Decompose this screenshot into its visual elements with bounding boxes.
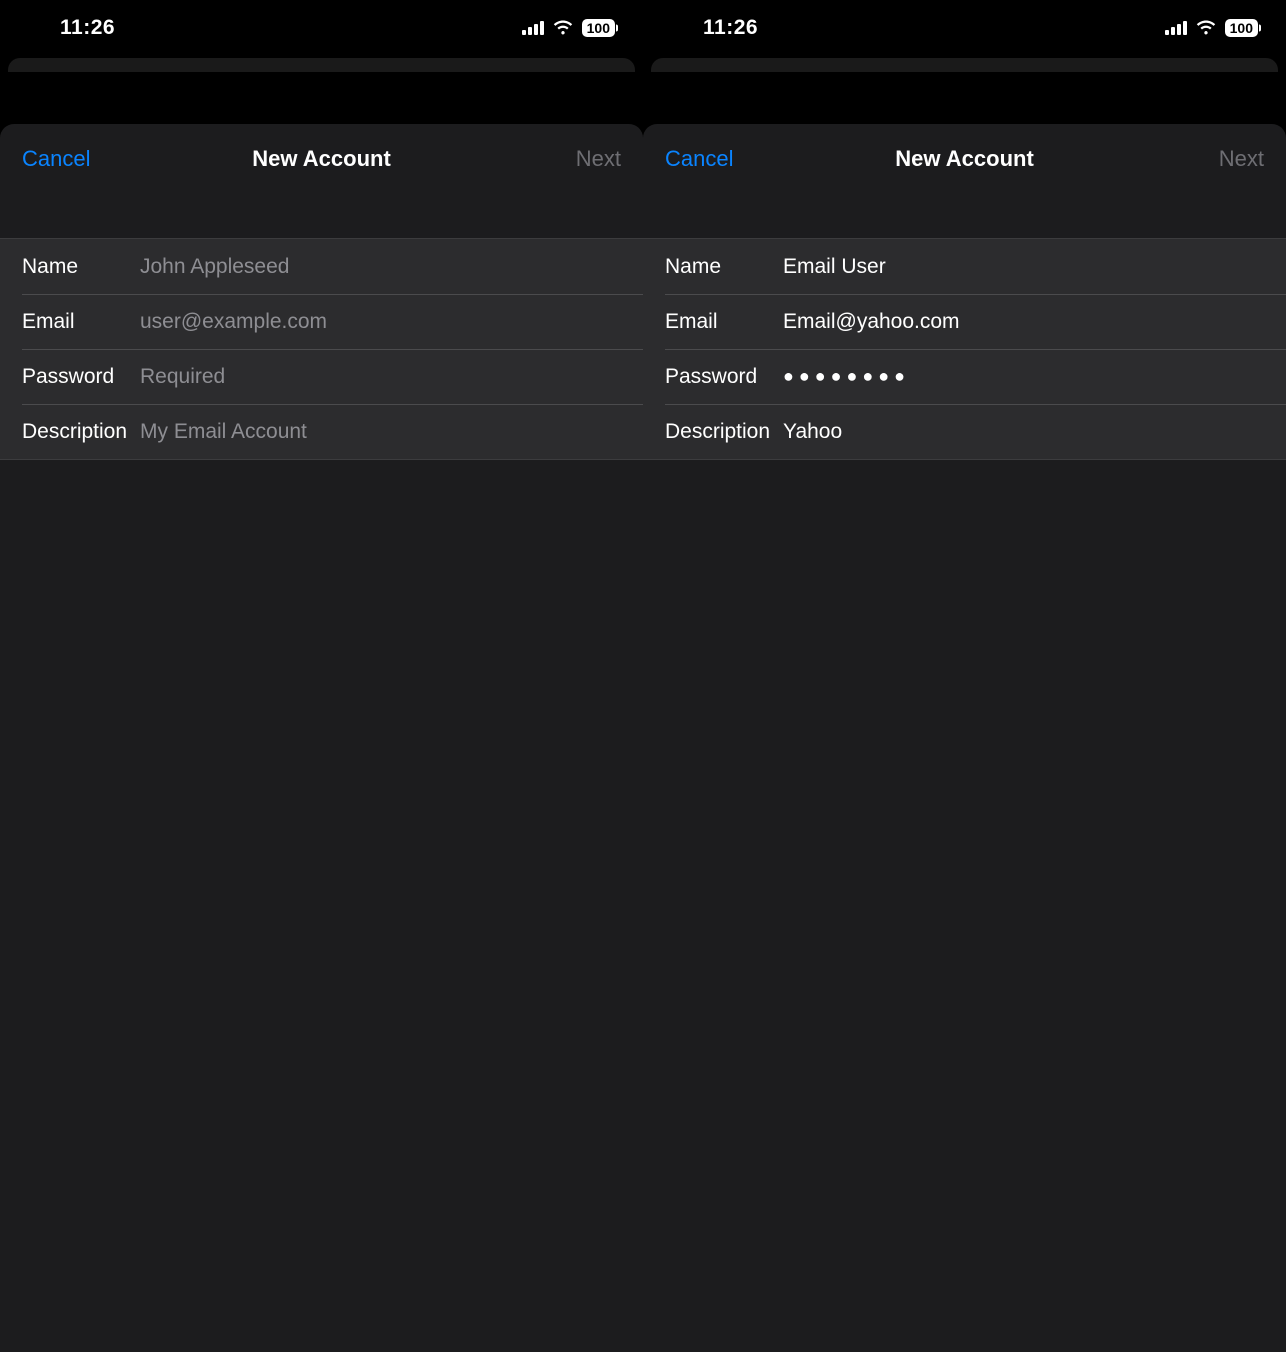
description-label: Description [665,420,783,444]
sheet-backdrop [8,58,635,72]
email-row: Email [0,294,643,349]
wifi-icon [552,20,574,36]
description-field[interactable] [140,420,643,444]
name-field[interactable] [140,255,643,279]
nav-bar: Cancel New Account Next [643,124,1286,194]
name-row: Name [0,239,643,294]
password-row: Password [0,349,643,404]
status-bar: 11:26 100 [0,0,643,56]
name-row: Name Email User [643,239,1286,294]
description-row: Description [0,404,643,459]
battery-icon: 100 [1225,19,1258,38]
name-label: Name [665,255,783,279]
password-label: Password [22,365,140,389]
email-row: Email Email@yahoo.com [643,294,1286,349]
description-label: Description [22,420,140,444]
email-label: Email [22,310,140,334]
password-field[interactable] [140,365,643,389]
page-title: New Account [895,146,1034,172]
sheet-backdrop [651,58,1278,72]
name-label: Name [22,255,140,279]
next-button[interactable]: Next [1219,146,1264,172]
status-icons: 100 [1165,19,1258,38]
screen-right: 11:26 100 Cancel New Account Next Name E… [643,0,1286,1352]
screen-left: 11:26 100 Cancel New Account Next Name [0,0,643,1352]
nav-bar: Cancel New Account Next [0,124,643,194]
account-form: Name Email Password Description [0,238,643,460]
status-time: 11:26 [60,16,115,40]
name-field[interactable]: Email User [783,255,1286,279]
account-form: Name Email User Email Email@yahoo.com Pa… [643,238,1286,460]
password-label: Password [665,365,783,389]
cellular-signal-icon [1165,21,1187,35]
cellular-signal-icon [522,21,544,35]
sheet-body [643,460,1286,1352]
password-row: Password ●●●●●●●● [643,349,1286,404]
modal-sheet: Cancel New Account Next Name Email Passw… [0,124,643,1352]
cancel-button[interactable]: Cancel [22,146,90,172]
email-field[interactable] [140,310,643,334]
sheet-body [0,460,643,1352]
status-time: 11:26 [703,16,758,40]
email-field[interactable]: Email@yahoo.com [783,310,1286,334]
next-button[interactable]: Next [576,146,621,172]
wifi-icon [1195,20,1217,36]
cancel-button[interactable]: Cancel [665,146,733,172]
status-bar: 11:26 100 [643,0,1286,56]
page-title: New Account [252,146,391,172]
password-field[interactable]: ●●●●●●●● [783,366,1286,387]
description-row: Description Yahoo [643,404,1286,459]
battery-icon: 100 [582,19,615,38]
description-field[interactable]: Yahoo [783,420,1286,444]
modal-sheet: Cancel New Account Next Name Email User … [643,124,1286,1352]
status-icons: 100 [522,19,615,38]
email-label: Email [665,310,783,334]
